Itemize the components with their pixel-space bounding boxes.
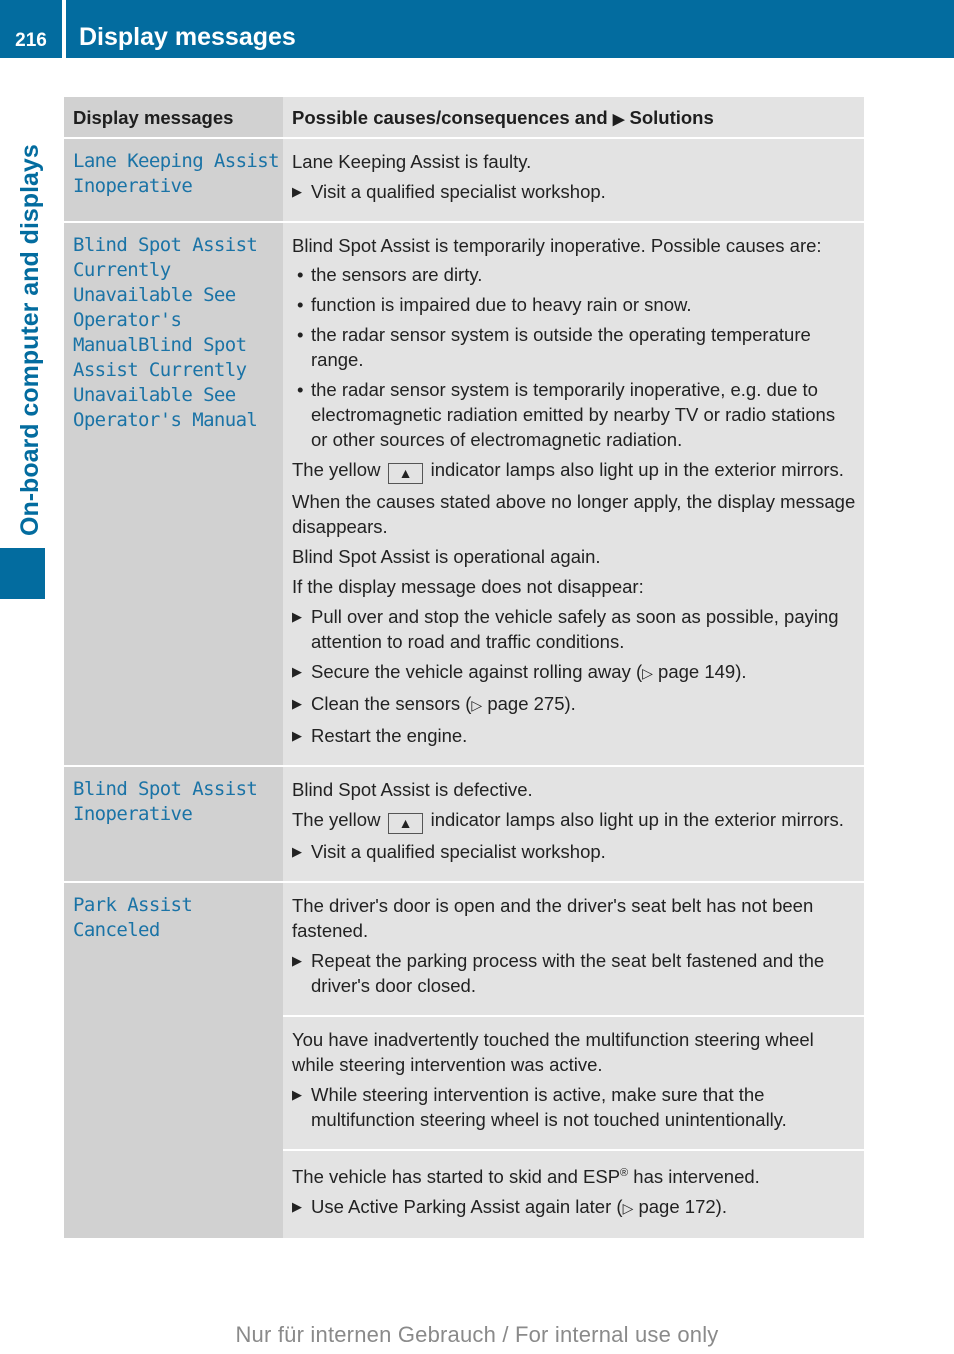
step-text: Clean the sensors (▷ page 275). [311, 691, 576, 718]
message-cell: Park Assist Canceled [64, 880, 283, 1239]
solution-cell: Lane Keeping Assist is faulty. ▶ Visit a… [283, 137, 864, 222]
lamp-text-post: indicator lamps also light up in the ext… [430, 459, 844, 480]
step-text-main: Use Active Parking Assist again later ( [311, 1196, 623, 1218]
table-row: Lane Keeping Assist Inoperative Lane Kee… [64, 137, 864, 222]
bullet-text: the sensors are dirty. [311, 264, 483, 285]
step-text: Secure the vehicle against rolling away … [311, 659, 747, 686]
solution-cell: The vehicle has started to skid and ESP®… [283, 1148, 864, 1239]
info-text: Blind Spot Assist is operational again. [292, 546, 601, 567]
table-row: Blind Spot Assist Inoperative Blind Spot… [64, 765, 864, 882]
message-cell: Lane Keeping Assist Inoperative [64, 137, 283, 222]
cause-bullet: • the radar sensor system is temporarily … [292, 377, 856, 452]
header-divider [62, 0, 66, 58]
column-header-solutions-pre: Possible causes/consequences and [292, 106, 608, 128]
column-header-solutions: Possible causes/consequences and ▶ Solut… [283, 97, 864, 138]
internal-use-watermark: Nur für internen Gebrauch / For internal… [235, 1322, 719, 1347]
column-header-solutions-post: Solutions [629, 106, 714, 128]
cause-text-pre: The vehicle has started to skid and ESP [292, 1166, 621, 1188]
solution-cell: You have inadvertently touched the multi… [283, 1015, 864, 1150]
info-text: When the causes stated above no longer a… [292, 491, 856, 537]
solution-cell: Blind Spot Assist is temporarily inopera… [283, 221, 864, 766]
cause-text: The driver's door is open and the driver… [292, 895, 814, 941]
side-tab-marker [0, 548, 45, 599]
lamp-text-pre: The yellow [292, 809, 381, 830]
solution-step: ▶ Use Active Parking Assist again later … [292, 1194, 856, 1221]
step-arrow-icon: ▶ [292, 953, 302, 968]
lamp-text-post: indicator lamps also light up in the ext… [430, 809, 844, 830]
step-arrow-icon: ▶ [292, 1087, 302, 1102]
solution-step: ▶ Visit a qualified specialist workshop. [292, 839, 856, 864]
solution-step: ▶ Clean the sensors (▷ page 275). [292, 691, 856, 718]
cause-bullet: • the sensors are dirty. [292, 262, 856, 287]
step-arrow-icon: ▶ [292, 844, 302, 859]
cause-text: Blind Spot Assist is defective. [292, 779, 533, 800]
table-row: Blind Spot Assist Currently Unavailable … [64, 221, 864, 766]
step-arrow-icon: ▶ [292, 1199, 302, 1215]
table-row: Park Assist Canceled The driver's door i… [64, 880, 864, 1239]
bullet-text: function is impaired due to heavy rain o… [311, 294, 692, 315]
page-ref-link[interactable]: page 275 [487, 693, 564, 714]
warning-triangle-icon: ▲ [387, 813, 424, 834]
cause-text-post: has intervened. [628, 1166, 760, 1188]
page-ref-link[interactable]: page 172 [638, 1196, 715, 1217]
solution-step: ▶ Pull over and stop the vehicle safely … [292, 604, 856, 654]
cause-bullet: • the radar sensor system is outside the … [292, 322, 856, 372]
side-tab-label: On-board computer and displays [16, 144, 44, 536]
solution-step: ▶ Visit a qualified specialist workshop. [292, 179, 856, 204]
step-text-end: ). [564, 693, 576, 714]
step-text: Repeat the parking process with the seat… [311, 950, 825, 996]
bullet-icon: • [297, 264, 304, 285]
page-ref-icon: ▷ [471, 697, 483, 713]
cause-text: You have inadvertently touched the multi… [292, 1029, 814, 1075]
table-header-row: Display messages Possible causes/consequ… [64, 97, 864, 138]
registered-mark: ® [620, 1167, 629, 1179]
step-arrow-icon: ▶ [292, 696, 302, 711]
solution-cell: The driver's door is open and the driver… [283, 881, 864, 1016]
cause-text: Blind Spot Assist is temporarily inopera… [292, 235, 822, 256]
step-text-main: Secure the vehicle against rolling away … [311, 661, 643, 682]
step-text: Pull over and stop the vehicle safely as… [311, 606, 839, 652]
step-text: While steering intervention is active, m… [311, 1084, 787, 1130]
lamp-text-pre: The yellow [292, 459, 381, 480]
solution-step: ▶ While steering intervention is active,… [292, 1082, 856, 1132]
bullet-icon: • [297, 379, 304, 400]
bullet-icon: • [297, 324, 304, 345]
info-text: If the display message does not disappea… [292, 576, 644, 597]
step-text: Restart the engine. [311, 725, 468, 746]
page-ref-link[interactable]: page 149 [658, 661, 735, 682]
page-number: 216 [15, 30, 47, 51]
step-arrow-icon: ▶ [292, 728, 302, 743]
warning-triangle-icon: ▲ [387, 463, 424, 484]
solution-step: ▶ Secure the vehicle against rolling awa… [292, 659, 856, 686]
bullet-text: the radar sensor system is outside the o… [311, 324, 811, 370]
play-arrow-icon: ▶ [612, 110, 625, 128]
solution-cell: Blind Spot Assist is defective. The yell… [283, 765, 864, 882]
bullet-text: the radar sensor system is temporarily i… [311, 379, 836, 450]
message-cell: Blind Spot Assist Inoperative [64, 765, 283, 882]
step-arrow-icon: ▶ [292, 184, 302, 199]
display-messages-table: Display messages Possible causes/consequ… [64, 97, 864, 1239]
message-cell: Blind Spot Assist Currently Unavailable … [64, 221, 283, 766]
indicator-lamp-text: The yellow ▲ indicator lamps also light … [292, 807, 856, 834]
solution-step: ▶ Repeat the parking process with the se… [292, 948, 856, 998]
bullet-icon: • [297, 294, 304, 315]
column-header-messages: Display messages [64, 97, 283, 138]
page-title: Display messages [79, 23, 296, 51]
indicator-lamp-text: The yellow ▲ indicator lamps also light … [292, 457, 856, 484]
step-text: Use Active Parking Assist again later (▷… [311, 1194, 727, 1221]
step-arrow-icon: ▶ [292, 664, 302, 679]
cause-bullet: • function is impaired due to heavy rain … [292, 292, 856, 317]
cause-text: Lane Keeping Assist is faulty. [292, 151, 532, 172]
step-arrow-icon: ▶ [292, 609, 302, 624]
solution-step: ▶ Restart the engine. [292, 723, 856, 748]
step-text-main: Clean the sensors ( [311, 693, 472, 714]
step-text: Visit a qualified specialist workshop. [311, 841, 606, 862]
step-text: Visit a qualified specialist workshop. [311, 181, 606, 202]
page-ref-icon: ▷ [622, 1200, 634, 1217]
page-ref-icon: ▷ [642, 665, 653, 681]
step-text-end: ). [715, 1196, 727, 1218]
step-text-end: ). [735, 661, 747, 682]
cause-text: The vehicle has started to skid and ESP®… [292, 1161, 856, 1189]
